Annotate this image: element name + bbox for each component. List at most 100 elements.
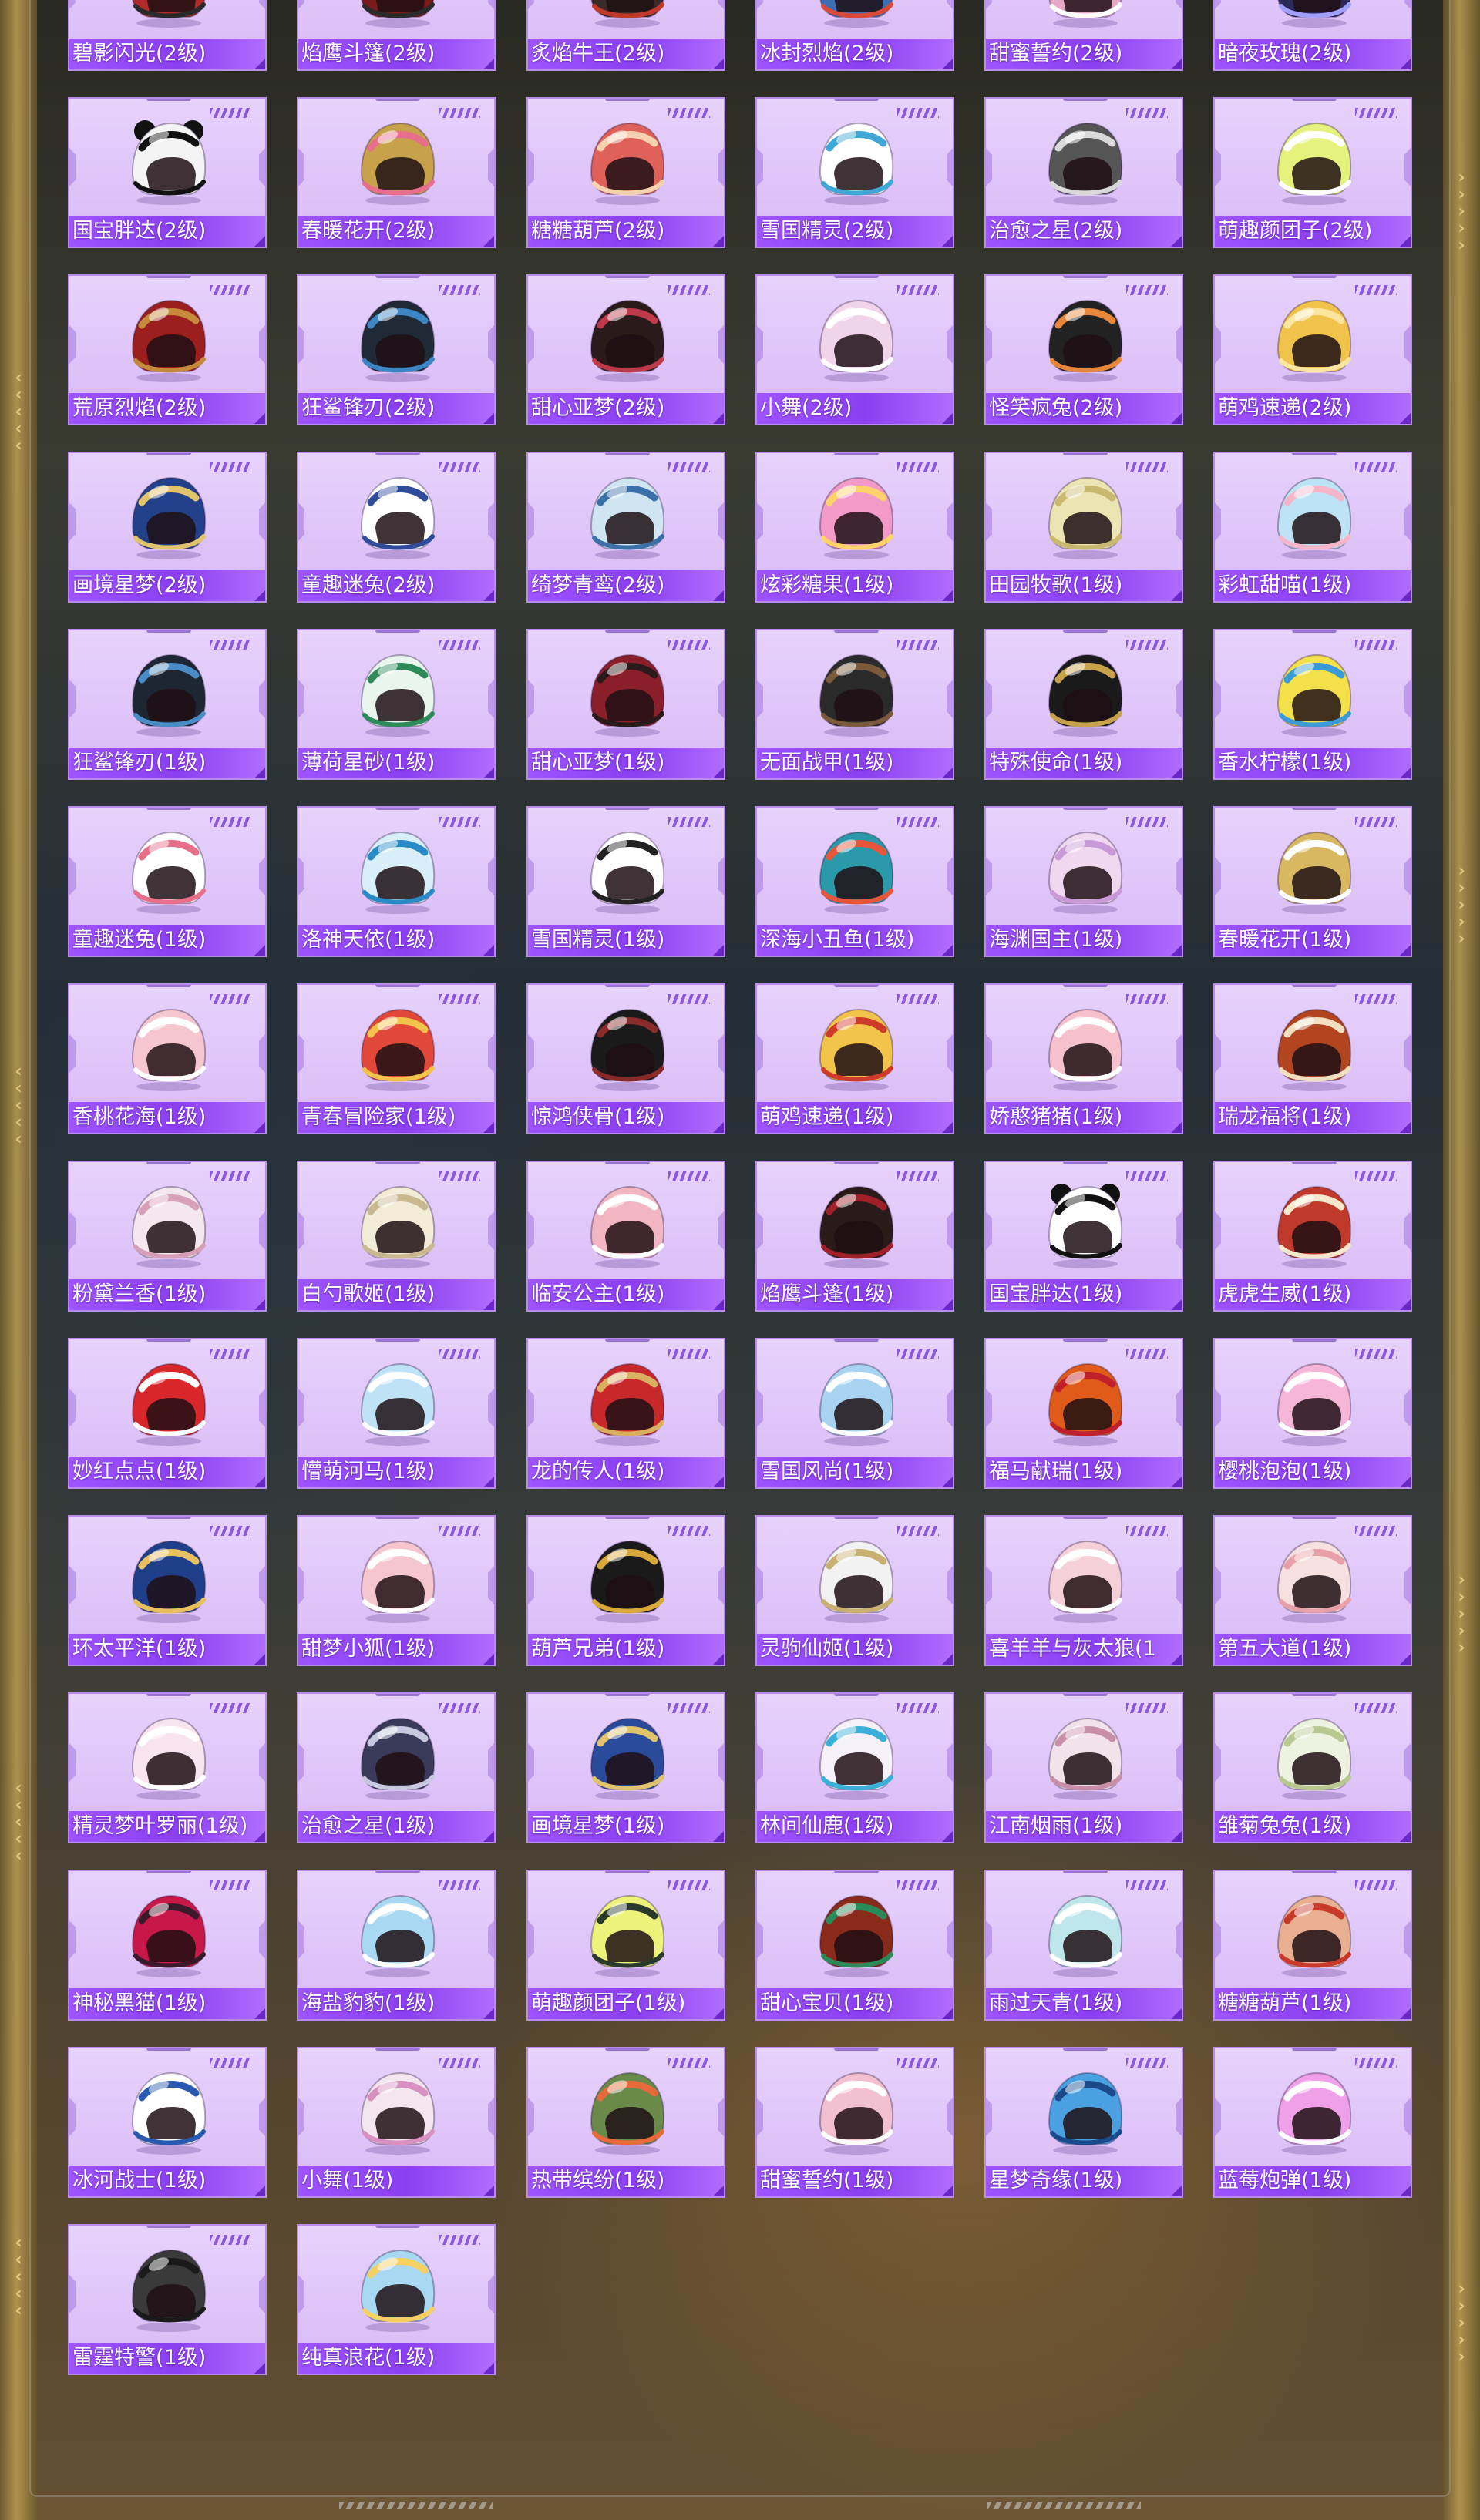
helmet-card[interactable]: 薄荷星砂(1级) (297, 629, 496, 780)
helmet-card[interactable]: 小舞(2级) (755, 274, 954, 425)
helmet-card[interactable]: 治愈之星(1级) (297, 1692, 496, 1843)
helmet-icon (819, 2071, 894, 2155)
helmet-card[interactable]: 治愈之星(2级) (984, 97, 1183, 248)
helmet-card[interactable]: 炫彩糖果(1级) (755, 452, 954, 603)
card-left-notch (1215, 1919, 1221, 1961)
label-corner-mark (254, 945, 265, 956)
helmet-card[interactable]: 海渊国主(1级) (984, 806, 1183, 957)
helmet-card[interactable]: 雪国精灵(1级) (526, 806, 725, 957)
card-right-notch (718, 1564, 724, 1606)
helmet-card[interactable]: 童趣迷兔(2级) (297, 452, 496, 603)
helmet-card[interactable]: 星梦奇缘(1级) (984, 2047, 1183, 2198)
helmet-card[interactable]: 萌趣颜团子(1级) (526, 1870, 725, 2021)
helmet-card[interactable]: 虎虎生威(1级) (1213, 1161, 1412, 1312)
card-left-notch (1215, 1387, 1221, 1429)
helmet-card[interactable]: 妙红点点(1级) (68, 1338, 267, 1489)
helmet-card[interactable]: 洛神天依(1级) (297, 806, 496, 957)
helmet-card[interactable]: 春暖花开(1级) (1213, 806, 1412, 957)
helmet-card[interactable]: 糖糖葫芦(2级) (526, 97, 725, 248)
helmet-card[interactable]: 环太平洋(1级) (68, 1515, 267, 1666)
helmet-card[interactable]: 第五大道(1级) (1213, 1515, 1412, 1666)
card-top-tab (605, 808, 650, 810)
helmet-card[interactable]: 甜蜜誓约(1级) (755, 2047, 954, 2198)
helmet-card[interactable]: 精灵梦叶罗丽(1级) (68, 1692, 267, 1843)
helmet-card[interactable]: 萌鸡速递(1级) (755, 983, 954, 1134)
card-left-notch (298, 1387, 304, 1429)
helmet-card[interactable]: 青春冒险家(1级) (297, 983, 496, 1134)
helmet-card[interactable]: 懵萌河马(1级) (297, 1338, 496, 1489)
helmet-card[interactable]: 临安公主(1级) (526, 1161, 725, 1312)
helmet-card[interactable]: 福马献瑞(1级) (984, 1338, 1183, 1489)
helmet-card[interactable]: 国宝胖达(2级) (68, 97, 267, 248)
helmet-card[interactable]: 香桃花海(1级) (68, 983, 267, 1134)
helmet-card[interactable]: 无面战甲(1级) (755, 629, 954, 780)
helmet-card[interactable]: 焰鹰斗篷(1级) (755, 1161, 954, 1312)
helmet-card[interactable]: 雏菊兔兔(1级) (1213, 1692, 1412, 1843)
bottom-stripe-left (339, 2502, 493, 2509)
helmet-card[interactable]: 画境星梦(2级) (68, 452, 267, 603)
card-top-tab (1063, 808, 1108, 810)
card-top-tab (146, 1694, 191, 1696)
helmet-card[interactable]: 小舞(1级) (297, 2047, 496, 2198)
helmet-card[interactable]: 狂鲨锋刃(2级) (297, 274, 496, 425)
helmet-card[interactable]: 炙焰牛王(2级) (526, 0, 725, 71)
helmet-card[interactable]: 焰鹰斗篷(2级) (297, 0, 496, 71)
helmet-card[interactable]: 甜心亚梦(1级) (526, 629, 725, 780)
helmet-card[interactable]: 龙的传人(1级) (526, 1338, 725, 1489)
helmet-card[interactable]: 海盐豹豹(1级) (297, 1870, 496, 2021)
helmet-card[interactable]: 雷霆特警(1级) (68, 2224, 267, 2375)
helmet-card[interactable]: 彩虹甜喵(1级) (1213, 452, 1412, 603)
label-corner-mark (713, 1299, 724, 1310)
helmet-card[interactable]: 雨过天青(1级) (984, 1870, 1183, 2021)
card-left-notch (757, 1033, 763, 1074)
helmet-card[interactable]: 甜蜜誓约(2级) (984, 0, 1183, 71)
helmet-card[interactable]: 糖糖葫芦(1级) (1213, 1870, 1412, 2021)
helmet-card[interactable]: 田园牧歌(1级) (984, 452, 1183, 603)
helmet-card[interactable]: 粉黛兰香(1级) (68, 1161, 267, 1312)
helmet-name-label: 深海小丑鱼(1级) (757, 925, 953, 956)
helmet-card[interactable]: 雪国风尚(1级) (755, 1338, 954, 1489)
helmet-card[interactable]: 神秘黑猫(1级) (68, 1870, 267, 2021)
helmet-card[interactable]: 雪国精灵(2级) (755, 97, 954, 248)
helmet-card[interactable]: 香水柠檬(1级) (1213, 629, 1412, 780)
helmet-card[interactable]: 狂鲨锋刃(1级) (68, 629, 267, 780)
helmet-card[interactable]: 瑞龙福将(1级) (1213, 983, 1412, 1134)
helmet-card[interactable]: 热带缤纷(1级) (526, 2047, 725, 2198)
helmet-card[interactable]: 春暖花开(2级) (297, 97, 496, 248)
helmet-card[interactable]: 深海小丑鱼(1级) (755, 806, 954, 957)
helmet-card[interactable]: 画境星梦(1级) (526, 1692, 725, 1843)
helmet-card[interactable]: 纯真浪花(1级) (297, 2224, 496, 2375)
helmet-card[interactable]: 绮梦青鸾(2级) (526, 452, 725, 603)
helmet-card[interactable]: 灵驹仙姬(1级) (755, 1515, 954, 1666)
helmet-card[interactable]: 樱桃泡泡(1级) (1213, 1338, 1412, 1489)
helmet-icon (131, 1717, 207, 1800)
helmet-card[interactable]: 碧影闪光(2级) (68, 0, 267, 71)
helmet-card[interactable]: 惊鸿侠骨(1级) (526, 983, 725, 1134)
helmet-card[interactable]: 葫芦兄弟(1级) (526, 1515, 725, 1666)
helmet-card[interactable]: 白勺歌姬(1级) (297, 1161, 496, 1312)
card-left-notch (1215, 678, 1221, 720)
helmet-card[interactable]: 特殊使命(1级) (984, 629, 1183, 780)
helmet-card[interactable]: 国宝胖达(1级) (984, 1161, 1183, 1312)
card-right-notch (1404, 501, 1411, 543)
helmet-card[interactable]: 甜心亚梦(2级) (526, 274, 725, 425)
helmet-card[interactable]: 喜羊羊与灰太狼(1 (984, 1515, 1183, 1666)
helmet-card[interactable]: 娇憨猪猪(1级) (984, 983, 1183, 1134)
helmet-card[interactable]: 林间仙鹿(1级) (755, 1692, 954, 1843)
helmet-card[interactable]: 暗夜玫瑰(2级) (1213, 0, 1412, 71)
helmet-card[interactable]: 怪笑疯兔(2级) (984, 274, 1183, 425)
helmet-card[interactable]: 蓝莓炮弹(1级) (1213, 2047, 1412, 2198)
helmet-card[interactable]: 冰封烈焰(2级) (755, 0, 954, 71)
helmet-card[interactable]: 萌趣颜团子(2级) (1213, 97, 1412, 248)
helmet-card[interactable]: 荒原烈焰(2级) (68, 274, 267, 425)
helmet-name-label: 林间仙鹿(1级) (757, 1811, 953, 1842)
helmet-card[interactable]: 萌鸡速递(2级) (1213, 274, 1412, 425)
label-corner-mark (942, 2008, 953, 2019)
helmet-icon (819, 654, 894, 737)
helmet-card[interactable]: 冰河战士(1级) (68, 2047, 267, 2198)
helmet-card[interactable]: 甜梦小狐(1级) (297, 1515, 496, 1666)
helmet-card[interactable]: 童趣迷兔(1级) (68, 806, 267, 957)
helmet-card[interactable]: 江南烟雨(1级) (984, 1692, 1183, 1843)
helmet-card[interactable]: 甜心宝贝(1级) (755, 1870, 954, 2021)
helmet-icon (131, 654, 207, 737)
